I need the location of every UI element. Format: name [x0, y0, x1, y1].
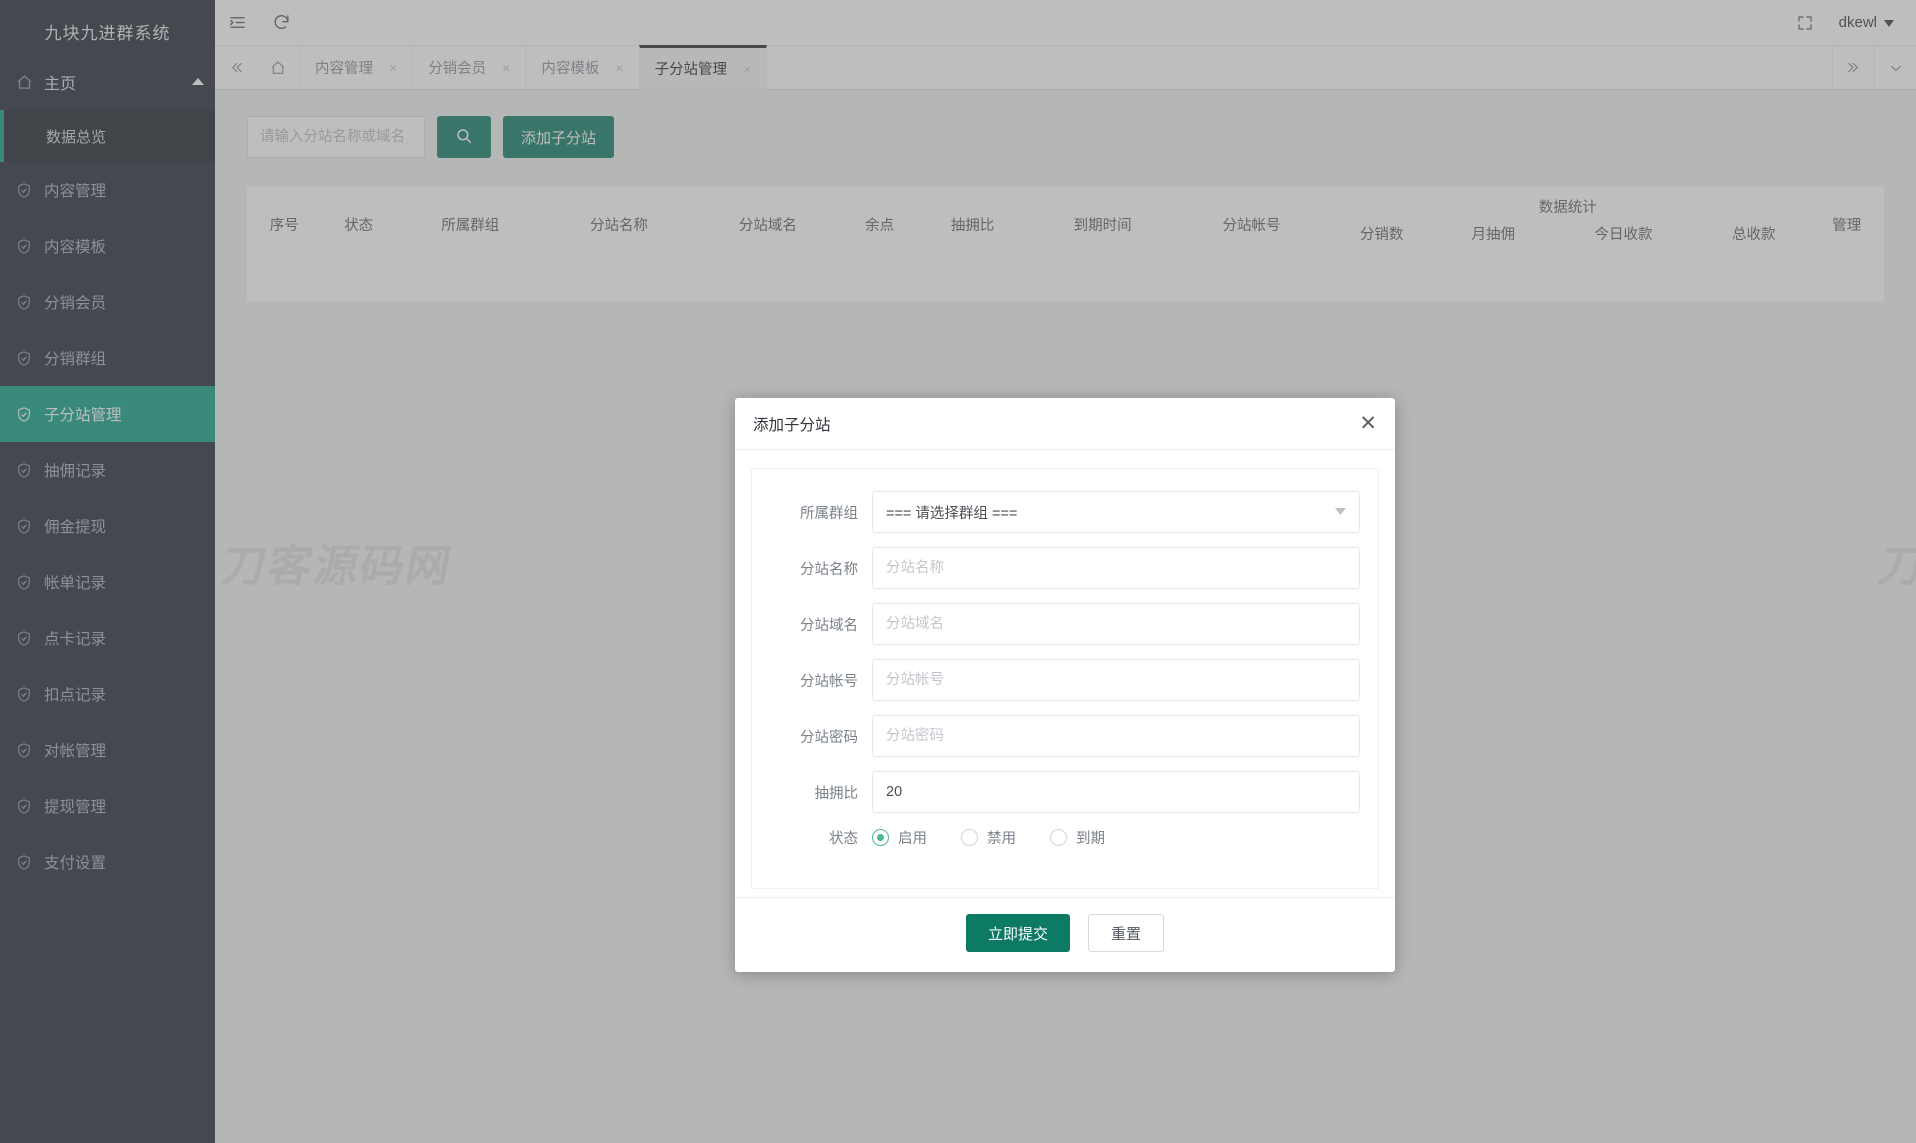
form-row-1: 分站名称: [752, 547, 1378, 589]
form-rows: 所属群组 === 请选择群组 === 分站名称分站域名分站帐号分站密码抽拥比: [752, 491, 1378, 813]
form-row-0: 所属群组 === 请选择群组 ===: [752, 491, 1378, 533]
form-field-0: === 请选择群组 ===: [872, 491, 1378, 533]
form-label-0: 所属群组: [800, 505, 858, 522]
dialog-footer: 立即提交 重置: [735, 897, 1395, 972]
form-field-4: [872, 715, 1378, 757]
form-row-status: 状态 启用 禁用 到期: [752, 827, 1378, 848]
close-icon[interactable]: ✕: [1359, 413, 1377, 434]
form-row-3: 分站帐号: [752, 659, 1378, 701]
form-label-5: 抽拥比: [814, 785, 859, 802]
input-抽拥比[interactable]: [872, 771, 1360, 813]
status-radio-0[interactable]: 启用: [872, 827, 927, 848]
status-radio-2[interactable]: 到期: [1050, 827, 1105, 848]
form-row-2: 分站域名: [752, 603, 1378, 645]
add-subsite-dialog: 添加子分站 ✕ 所属群组 === 请选择群组 === 分站名称分站域名分站帐号分站密…: [735, 398, 1395, 972]
input-分站帐号[interactable]: [872, 659, 1360, 701]
reset-button[interactable]: 重置: [1088, 914, 1165, 952]
radio-indicator[interactable]: [872, 829, 889, 846]
radio-indicator[interactable]: [1050, 829, 1067, 846]
caret-down-icon: [1335, 506, 1346, 518]
form-field-2: [872, 603, 1378, 645]
status-label: 状态: [829, 831, 858, 847]
form-field-1: [872, 547, 1378, 589]
status-radio-group: 启用 禁用 到期: [872, 827, 1360, 848]
form-label-4: 分站密码: [800, 729, 858, 746]
group-select-value: === 请选择群组 ===: [886, 505, 1018, 522]
subsite-form: 所属群组 === 请选择群组 === 分站名称分站域名分站帐号分站密码抽拥比 状态 …: [751, 468, 1379, 889]
group-select[interactable]: === 请选择群组 ===: [872, 491, 1360, 533]
form-row-4: 分站密码: [752, 715, 1378, 757]
input-分站域名[interactable]: [872, 603, 1360, 645]
radio-indicator[interactable]: [961, 829, 978, 846]
status-radio-1[interactable]: 禁用: [961, 827, 1016, 848]
form-label-2: 分站域名: [800, 617, 858, 634]
dialog-header: 添加子分站 ✕: [735, 398, 1395, 450]
dialog-body: 所属群组 === 请选择群组 === 分站名称分站域名分站帐号分站密码抽拥比 状态 …: [735, 450, 1395, 897]
radio-label: 到期: [1076, 831, 1105, 847]
submit-button[interactable]: 立即提交: [965, 914, 1070, 952]
form-label-3: 分站帐号: [800, 673, 858, 690]
app-root: 九块九进群系统 主页 数据总览 内容管理 内容模板 分销会员 分销群组 子分站管理 抽佣记…: [0, 0, 1916, 1143]
form-label-1: 分站名称: [800, 561, 858, 578]
dialog-title: 添加子分站: [753, 416, 831, 434]
radio-label: 启用: [898, 831, 927, 847]
radio-label: 禁用: [987, 831, 1016, 847]
form-field-3: [872, 659, 1378, 701]
input-分站名称[interactable]: [872, 547, 1360, 589]
form-field-5: [872, 771, 1378, 813]
input-分站密码[interactable]: [872, 715, 1360, 757]
form-row-5: 抽拥比: [752, 771, 1378, 813]
